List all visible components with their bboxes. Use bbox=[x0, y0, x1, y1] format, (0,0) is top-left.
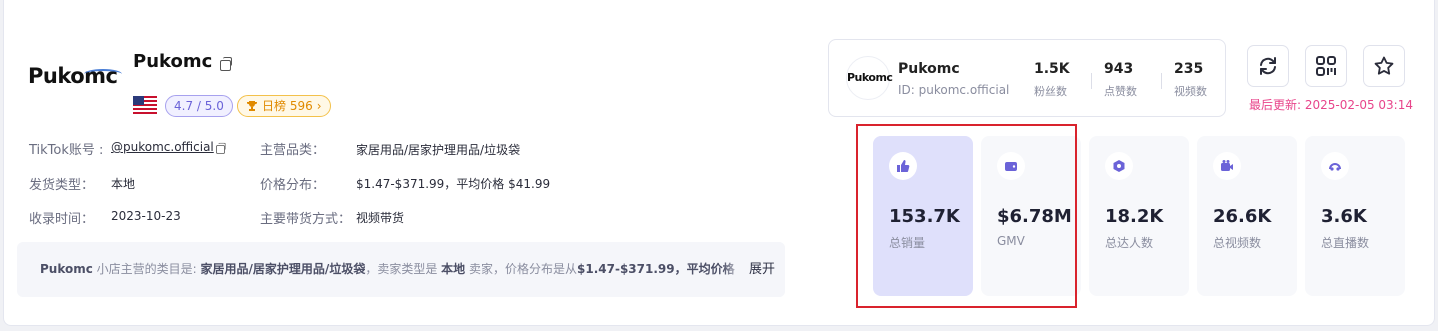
tiktok-profile-card: Pukomc Pukomc ID: pukomc.official 1.5K 粉… bbox=[828, 39, 1226, 117]
refresh-icon bbox=[1260, 57, 1276, 75]
profile-id: ID: pukomc.official bbox=[898, 83, 1010, 97]
us-flag-icon bbox=[133, 96, 157, 114]
total-videos-tile[interactable]: 26.6K 总视频数 bbox=[1197, 136, 1297, 296]
store-name: Pukomc bbox=[133, 51, 213, 72]
sales-mode-value: 视频带货 bbox=[356, 211, 405, 225]
main-category-label: 主营品类： bbox=[260, 143, 326, 158]
creator-icon bbox=[1105, 152, 1133, 180]
profile-name: Pukomc bbox=[898, 61, 960, 77]
refresh-button[interactable] bbox=[1247, 45, 1289, 87]
qr-code-icon bbox=[1316, 56, 1336, 76]
star-icon bbox=[1374, 56, 1394, 75]
daily-rank-label: 日榜 596 bbox=[262, 99, 313, 113]
collected-since-value: 2023-10-23 bbox=[111, 209, 181, 223]
total-lives-tile[interactable]: 3.6K 总直播数 bbox=[1305, 136, 1405, 296]
store-description: Pukomc 小店主营的类目是: 家居用品/居家护理用品/垃圾袋，卖家类型是 本… bbox=[17, 242, 785, 297]
price-distribution-value: $1.47-$371.99，平均价格 $41.99 bbox=[356, 177, 551, 191]
highlight-box bbox=[856, 124, 1077, 308]
last-updated-text: 最后更新: 2025-02-05 03:14 bbox=[1249, 98, 1413, 112]
likes-stat: 943 点赞数 bbox=[1104, 61, 1137, 98]
live-icon bbox=[1321, 152, 1349, 180]
chevron-right-icon: › bbox=[316, 99, 322, 113]
daily-rank-badge[interactable]: 日榜 596 › bbox=[237, 95, 331, 117]
store-logo: Pukomc bbox=[28, 64, 124, 94]
trophy-icon bbox=[247, 101, 257, 111]
divider bbox=[1161, 73, 1162, 89]
rating-badge: 4.7 / 5.0 bbox=[165, 95, 233, 117]
video-icon bbox=[1213, 152, 1241, 180]
collected-since-label: 收录时间： bbox=[29, 212, 95, 227]
divider bbox=[1091, 73, 1092, 89]
favorite-button[interactable] bbox=[1363, 45, 1405, 87]
tiktok-account-label: TikTok账号 : bbox=[29, 143, 104, 158]
price-distribution-label: 价格分布： bbox=[260, 178, 326, 193]
qr-code-button[interactable] bbox=[1305, 45, 1347, 87]
expand-button[interactable]: 展开 bbox=[741, 242, 785, 297]
videos-stat: 235 视频数 bbox=[1174, 61, 1207, 98]
followers-stat: 1.5K 粉丝数 bbox=[1034, 61, 1070, 98]
main-category-value: 家居用品/居家护理用品/垃圾袋 bbox=[356, 143, 521, 157]
ship-type-label: 发货类型： bbox=[29, 178, 95, 193]
sales-mode-label: 主要带货方式： bbox=[260, 212, 352, 227]
total-creators-tile[interactable]: 18.2K 总达人数 bbox=[1089, 136, 1189, 296]
ship-type-value: 本地 bbox=[111, 177, 136, 191]
copy-icon[interactable] bbox=[216, 142, 226, 154]
tiktok-account-link[interactable]: @pukomc.official bbox=[111, 140, 214, 154]
avatar: Pukomc bbox=[846, 56, 893, 100]
copy-icon[interactable] bbox=[220, 57, 232, 71]
